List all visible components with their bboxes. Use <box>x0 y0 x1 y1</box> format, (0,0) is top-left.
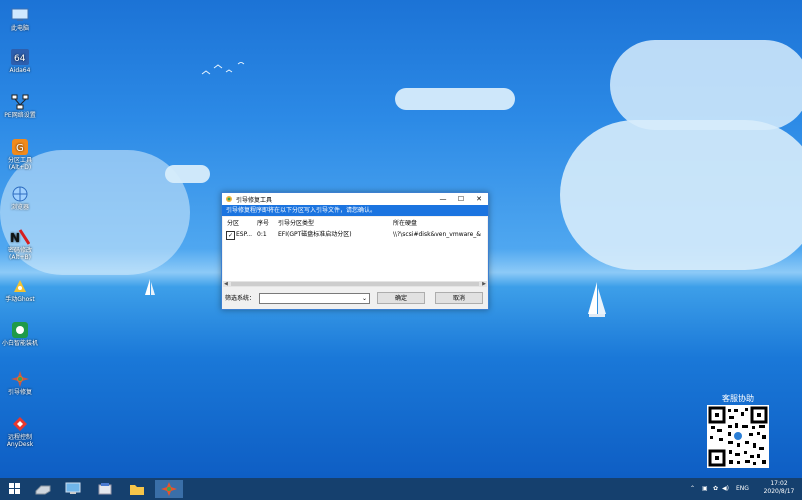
folder-icon <box>130 485 144 495</box>
clock-time: 17:02 <box>770 480 788 487</box>
column-header-disk[interactable]: 所在硬盘 <box>393 219 417 229</box>
minimize-icon[interactable]: — <box>434 193 452 205</box>
chevron-down-icon[interactable]: ⌄ <box>362 294 367 303</box>
scroll-right-icon[interactable]: ▶ <box>482 281 486 287</box>
column-header-partition[interactable]: 分区 <box>227 219 239 229</box>
tray-chevron-icon[interactable]: ⌃ <box>690 478 695 500</box>
taskbar-monitor-button[interactable] <box>62 480 84 498</box>
cell-index: 0:1 <box>257 231 267 238</box>
desktop-icon-label: 小白智能装机 <box>1 340 38 347</box>
clock-date: 2020/8/17 <box>763 488 795 495</box>
cloud <box>395 88 515 110</box>
browser-icon <box>10 185 30 203</box>
svg-text:64: 64 <box>14 54 26 64</box>
ghost-icon <box>10 277 30 295</box>
boot-repair-window: 引导修复工具 — ☐ ✕ 引导修复程序即将在以下分区写入引导文件，请您确认。 分… <box>221 192 489 310</box>
cell-type: EFI(GPT磁盘标准启动分区) <box>278 231 352 238</box>
partition-icon: G <box>10 138 30 156</box>
filter-select[interactable]: ⌄ <box>259 293 370 304</box>
clock[interactable]: 17:02 2020/8/17 <box>757 480 801 496</box>
window-title: 引导修复工具 <box>236 196 273 204</box>
desktop-icon-label: 浏览器 <box>10 204 29 211</box>
desktop-icon-anydesk[interactable]: 远程控制 AnyDesk <box>0 415 40 448</box>
close-icon[interactable]: ✕ <box>470 193 488 205</box>
scroll-thumb[interactable] <box>231 282 479 286</box>
cloud <box>560 120 802 270</box>
desktop-icon-label: Aida64 <box>9 67 31 74</box>
taskbar: ⌃ ▣ ✿ ◀) ENG 17:02 2020/8/17 <box>0 478 802 500</box>
desktop-icon-aida64[interactable]: 64 Aida64 <box>0 48 40 74</box>
column-header-type[interactable]: 引导分区类型 <box>278 219 314 229</box>
desktop-icon-label: 远程控制 AnyDesk <box>6 434 34 448</box>
horizontal-scrollbar[interactable]: ◀ ▶ <box>223 281 487 287</box>
installer-icon <box>10 321 30 339</box>
windows-icon <box>9 483 20 494</box>
tray-app-icon[interactable]: ✿ <box>713 478 718 500</box>
monitor-icon <box>65 482 81 494</box>
cloud <box>610 40 802 130</box>
taskbar-boot-repair-button[interactable] <box>155 480 183 498</box>
aida64-icon: 64 <box>10 48 30 66</box>
desktop-icon-label: 引导修复 <box>7 389 32 396</box>
app-icon <box>226 196 232 202</box>
bottom-bar: 筛选系统： ⌄ 确定 取消 <box>222 292 488 306</box>
desktop-icon-installer[interactable]: 小白智能装机 <box>0 321 40 347</box>
desktop-icon-partition[interactable]: G 分区工具 (Alt+D) <box>0 138 40 171</box>
svg-text:N: N <box>10 231 20 245</box>
desktop-icon-password[interactable]: N 密码修改 (Alt+B) <box>0 228 40 261</box>
window-titlebar[interactable]: 引导修复工具 — ☐ ✕ <box>222 193 488 205</box>
maximize-icon[interactable]: ☐ <box>452 193 470 205</box>
sailboat-icon <box>145 279 155 295</box>
password-icon: N <box>10 228 30 246</box>
tools-icon <box>98 483 112 495</box>
birds-icon <box>201 62 245 75</box>
desktop-icon-label: PE网络设置 <box>4 112 36 119</box>
partition-list[interactable]: 分区 序号 引导分区类型 所在硬盘 ✓ ESP... 0:1 EFI(GPT磁盘… <box>223 217 487 281</box>
qr-title: 客服协助 <box>722 394 754 403</box>
cell-partition: ESP... <box>236 231 253 238</box>
desktop: 此电脑 64 Aida64 PE网络设置 G 分区工具 (Alt+D) 浏览器 … <box>0 0 802 478</box>
qr-code-icon <box>708 406 768 467</box>
desktop-icon-browser[interactable]: 浏览器 <box>0 185 40 211</box>
svg-text:G: G <box>16 143 24 154</box>
start-button[interactable] <box>4 480 26 498</box>
desktop-icon-network[interactable]: PE网络设置 <box>0 93 40 119</box>
language-indicator[interactable]: ENG <box>736 478 749 500</box>
filter-label: 筛选系统： <box>225 295 256 302</box>
row-checkbox[interactable]: ✓ <box>226 231 235 240</box>
taskbar-tools-button[interactable] <box>94 480 116 498</box>
cell-disk: \\?\scsi#disk&ven_vmware_& <box>393 231 481 238</box>
desktop-icon-this-pc[interactable]: 此电脑 <box>0 6 40 32</box>
taskbar-folder-button[interactable] <box>126 480 148 498</box>
info-banner: 引导修复程序即将在以下分区写入引导文件，请您确认。 <box>222 205 488 216</box>
network-icon <box>10 93 30 111</box>
taskbar-drive-button[interactable] <box>32 480 54 498</box>
desktop-icon-label: 手动Ghost <box>5 296 35 303</box>
desktop-icon-label: 分区工具 (Alt+D) <box>7 157 32 171</box>
qr-code <box>707 405 769 468</box>
scroll-left-icon[interactable]: ◀ <box>224 281 228 287</box>
desktop-icon-label: 此电脑 <box>10 25 29 32</box>
list-header: 分区 序号 引导分区类型 所在硬盘 <box>223 219 487 229</box>
boot-repair-icon <box>161 482 177 496</box>
desktop-icon-boot-repair[interactable]: 引导修复 <box>0 370 40 396</box>
tray-volume-icon[interactable]: ◀) <box>722 478 729 500</box>
desktop-icon-ghost[interactable]: 手动Ghost <box>0 277 40 303</box>
sailboat-icon <box>588 282 606 317</box>
cancel-button[interactable]: 取消 <box>435 292 483 304</box>
computer-icon <box>10 6 30 24</box>
drive-icon <box>35 485 51 495</box>
boot-repair-icon <box>10 370 30 388</box>
column-header-index[interactable]: 序号 <box>257 219 269 229</box>
anydesk-icon <box>10 415 30 433</box>
desktop-icon-label: 密码修改 (Alt+B) <box>7 247 32 261</box>
tray-network-icon[interactable]: ▣ <box>702 478 708 500</box>
ok-button[interactable]: 确定 <box>377 292 425 304</box>
list-item[interactable]: ✓ ESP... 0:1 EFI(GPT磁盘标准启动分区) \\?\scsi#d… <box>223 230 487 240</box>
